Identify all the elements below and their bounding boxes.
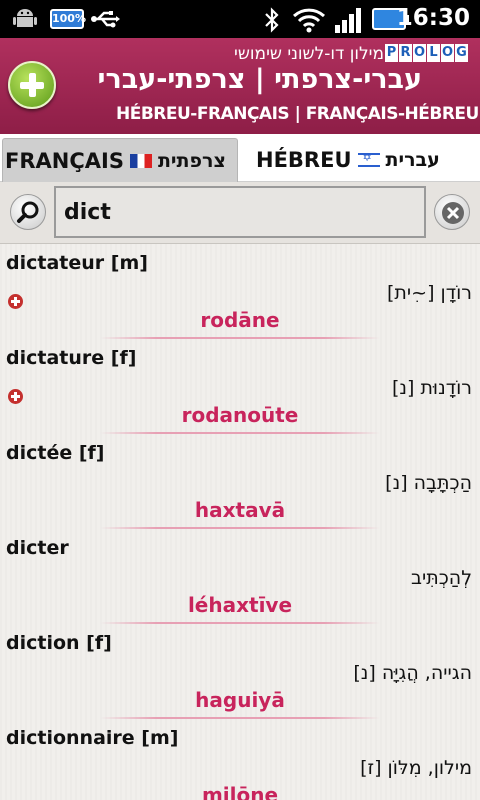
tab-french[interactable]: FRANÇAIS צרפתית xyxy=(2,138,238,182)
entry-headword: diction [f] xyxy=(6,632,112,654)
tab-hebrew-label: HÉBREU xyxy=(256,148,352,172)
bluetooth-icon xyxy=(265,7,279,33)
logo-letter: R xyxy=(399,44,412,62)
header-subtitle: מילון דו-לשוני שימושי xyxy=(234,44,384,64)
entry-hebrew: הגייה, הֲגִיָּה [נ] xyxy=(353,662,472,684)
tab-hebrew-hebrew-label: עברית xyxy=(385,149,440,171)
entry-transliteration: rodanoūte xyxy=(181,403,299,427)
entry-hebrew: רוֹדָן [~ִית] xyxy=(387,282,472,304)
add-plus-icon[interactable] xyxy=(8,61,56,109)
app-header: מילון דו-לשוני שימושי P R O L O G עברי-צ… xyxy=(0,38,480,134)
header-latin-title: HÉBREU-FRANÇAIS | FRANÇAIS-HÉBREU xyxy=(116,104,479,124)
list-item[interactable]: dictateur [m] רוֹדָן [~ִית] rodāne xyxy=(0,244,480,339)
tab-french-label: FRANÇAIS xyxy=(5,148,124,173)
entry-headword: dictateur [m] xyxy=(6,252,148,274)
list-item[interactable]: dictée [f] הַכְתָּבָה [נ] haxtavā xyxy=(0,434,480,529)
plus-icon[interactable] xyxy=(8,389,23,404)
language-tabs: FRANÇAIS צרפתית HÉBREU עברית xyxy=(0,134,480,182)
status-bar: 100% 16:30 xyxy=(0,0,480,38)
clear-button[interactable] xyxy=(434,194,470,230)
entry-hebrew: לְהַכְתִּיב xyxy=(411,567,472,589)
entry-headword: dictée [f] xyxy=(6,442,105,464)
logo-letter: P xyxy=(385,44,398,62)
entry-hebrew: רוֹדָנוּת [נ] xyxy=(391,377,472,399)
list-item[interactable]: diction [f] הגייה, הֲגִיָּה [נ] haguiyā xyxy=(0,624,480,719)
logo-letter: O xyxy=(413,44,426,62)
results-list[interactable]: dictateur [m] רוֹדָן [~ִית] rodāne dicta… xyxy=(0,244,480,800)
entry-transliteration: haguiyā xyxy=(195,688,285,712)
header-title: עברי-צרפתי | צרפתי-עברי xyxy=(97,64,422,95)
french-flag-icon xyxy=(129,153,152,168)
close-icon xyxy=(442,202,464,224)
tab-hebrew[interactable]: HÉBREU עברית xyxy=(254,138,480,182)
entry-hebrew: מילון, מִלּוֹן [ז] xyxy=(360,757,472,779)
battery-full-icon: 100% xyxy=(50,9,86,29)
search-bar xyxy=(0,182,480,244)
israel-flag-icon xyxy=(357,151,380,167)
plus-icon[interactable] xyxy=(8,294,23,309)
entry-transliteration: milōne xyxy=(201,783,279,800)
logo-letter: O xyxy=(441,44,454,62)
search-input[interactable] xyxy=(54,186,426,238)
wifi-icon xyxy=(292,8,326,33)
list-item[interactable]: dictionnaire [m] מילון, מִלּוֹן [ז] milō… xyxy=(0,719,480,800)
entry-transliteration: rodāne xyxy=(200,308,280,332)
list-item[interactable]: dicter לְהַכְתִּיב léhaxtīve xyxy=(0,529,480,624)
list-item[interactable]: dictature [f] רוֹדָנוּת [נ] rodanoūte xyxy=(0,339,480,434)
entry-headword: dicter xyxy=(6,537,69,559)
prolog-logo: P R O L O G xyxy=(385,44,468,64)
entry-headword: dictature [f] xyxy=(6,347,137,369)
entry-headword: dictionnaire [m] xyxy=(6,727,179,749)
usb-icon xyxy=(91,11,120,28)
search-button[interactable] xyxy=(10,194,46,230)
search-icon xyxy=(17,201,39,223)
entry-hebrew: הַכְתָּבָה [נ] xyxy=(385,472,472,494)
android-debug-icon xyxy=(13,9,37,27)
tab-french-hebrew-label: צרפתית xyxy=(157,149,226,172)
logo-letter: G xyxy=(455,44,468,62)
signal-icon xyxy=(335,8,361,33)
entry-transliteration: léhaxtīve xyxy=(187,593,293,617)
entry-transliteration: haxtavā xyxy=(194,498,286,522)
status-time: 16:30 xyxy=(396,5,470,31)
logo-letter: L xyxy=(427,44,440,62)
